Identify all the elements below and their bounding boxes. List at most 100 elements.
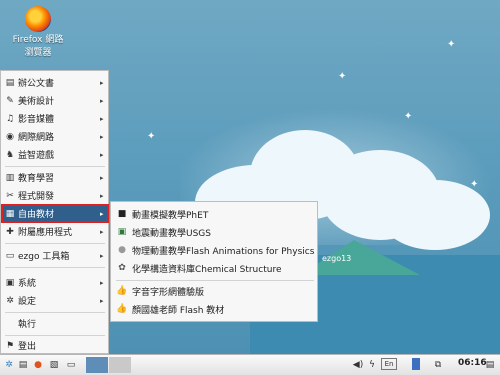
battery-icon: [412, 358, 420, 370]
menu-item-accessories[interactable]: ✚ 附屬應用程式 ▸: [2, 223, 108, 240]
submenu-item-phet[interactable]: ■ 動畫模擬教學PhET: [114, 205, 316, 223]
chevron-right-icon: ▸: [100, 296, 104, 305]
document-icon: ▤: [5, 77, 15, 88]
workspace-2-button[interactable]: [109, 357, 131, 373]
system-icon: ▣: [5, 277, 15, 288]
menu-item-label: 教育學習: [18, 174, 55, 184]
file-manager-icon[interactable]: ▤: [17, 358, 29, 372]
menu-item-label: 美術設計: [18, 97, 55, 107]
menu-item-system[interactable]: ▣ 系統 ▸: [2, 274, 108, 291]
star-icon: ✦: [447, 39, 456, 50]
menu-item-art[interactable]: ✎ 美術設計 ▸: [2, 92, 108, 109]
firefox-desktop-icon[interactable]: Firefox 網路 瀏覽器: [8, 6, 68, 60]
menu-item-label: 辦公文書: [18, 79, 55, 89]
logout-icon: ⚑: [5, 340, 15, 351]
chevron-right-icon: ▸: [100, 227, 104, 236]
taskbar: ✲ ▤ ● ▧ ▭ ◀) ϟ En ⧉ 06:16 ▤: [0, 354, 500, 375]
firefox-icon[interactable]: ●: [32, 358, 44, 372]
menu-item-free-materials[interactable]: ▦ 自由教材 ▸: [1, 204, 109, 223]
menu-item-run[interactable]: 執行: [2, 315, 108, 332]
book-icon: ▥: [5, 172, 15, 183]
show-desktop-icon[interactable]: ▭: [64, 358, 78, 372]
menu-separator: [5, 267, 105, 268]
menu-separator: [5, 335, 105, 336]
ezgo-icon: ▭: [5, 250, 15, 261]
submenu-item-label: 動畫模擬教學PhET: [132, 210, 209, 221]
start-menu-icon[interactable]: ✲: [3, 358, 15, 372]
menu-item-label: 附屬應用程式: [18, 228, 73, 238]
menu-item-development[interactable]: ✂ 程式開發 ▸: [2, 187, 108, 204]
menu-item-label: 設定: [18, 297, 37, 307]
submenu-item-label: 物理動畫教學Flash Animations for Physics: [132, 246, 315, 257]
input-method-icon[interactable]: En: [381, 358, 397, 370]
menu-separator: [5, 166, 105, 167]
submenu-item-label: 顏國雄老師 Flash 教材: [132, 305, 225, 316]
menu-item-label: ezgo 工具箱: [18, 252, 70, 262]
media-icon: ♫: [5, 113, 15, 124]
menu-item-office[interactable]: ▤ 辦公文書 ▸: [2, 74, 108, 91]
chevron-right-icon: ▸: [100, 209, 104, 218]
power-icon[interactable]: ϟ: [367, 358, 377, 372]
usgs-icon: ▣: [117, 227, 127, 237]
submenu-item-label: 地震動畫教學USGS: [132, 228, 211, 239]
chevron-right-icon: ▸: [100, 173, 104, 182]
menu-item-label: 網際網路: [18, 133, 55, 143]
menu-item-label: 益智遊戲: [18, 151, 55, 161]
menu-item-label: 程式開發: [18, 192, 55, 202]
thumbs-up-icon: 👍: [116, 304, 128, 314]
star-icon: ✦: [470, 179, 479, 190]
submenu-item-word-pronunciation[interactable]: 👍 字音字形網體驗版: [114, 282, 316, 300]
settings-icon: ✲: [6, 295, 14, 306]
image-viewer-icon[interactable]: ▧: [48, 358, 60, 372]
menu-item-label: 自由教材: [18, 210, 55, 220]
submenu-item-usgs[interactable]: ▣ 地震動畫教學USGS: [114, 223, 316, 241]
submenu-item-label: 字音字形網體驗版: [132, 287, 205, 298]
star-icon: ✦: [404, 111, 413, 122]
menu-item-label: 執行: [18, 320, 37, 330]
menu-item-logout[interactable]: ⚑ 登出: [2, 337, 108, 354]
chevron-right-icon: ▸: [100, 96, 104, 105]
workspace-1-button[interactable]: [86, 357, 108, 373]
submenu-item-flash-materials[interactable]: 👍 顏國雄老師 Flash 教材: [114, 300, 316, 318]
star-icon: ✦: [147, 131, 156, 142]
star-icon: ✦: [338, 71, 347, 82]
thumbs-up-icon: 👍: [116, 286, 128, 296]
clock: 06:16: [458, 358, 487, 368]
menu-item-settings[interactable]: ✲ 設定 ▸: [2, 292, 108, 309]
cloud: [380, 180, 490, 250]
phet-icon: ■: [117, 209, 127, 219]
firefox-icon: [25, 6, 51, 32]
ezgo-watermark: ezgo13: [322, 254, 352, 263]
menu-item-games[interactable]: ♞ 益智遊戲 ▸: [2, 146, 108, 163]
globe-icon: ◉: [6, 131, 14, 142]
menu-item-ezgo-toolbox[interactable]: ▭ ezgo 工具箱 ▸: [2, 247, 108, 264]
submenu-item-chemistry[interactable]: ✿ 化學構造資料庫Chemical Structure: [114, 259, 316, 277]
submenu-separator: [116, 280, 314, 281]
menu-separator: [5, 312, 105, 313]
menu-item-label: 系統: [18, 279, 37, 289]
chevron-right-icon: ▸: [100, 78, 104, 87]
submenu-item-physics[interactable]: ● 物理動畫教學Flash Animations for Physics: [114, 241, 316, 259]
notification-icon[interactable]: ▤: [484, 358, 496, 372]
firefox-label-line1: Firefox 網路: [12, 35, 64, 45]
chevron-right-icon: ▸: [100, 114, 104, 123]
chevron-right-icon: ▸: [100, 132, 104, 141]
menu-separator: [5, 243, 105, 244]
menu-item-label: 登出: [18, 342, 37, 352]
volume-icon[interactable]: ◀): [352, 358, 364, 372]
chevron-right-icon: ▸: [100, 191, 104, 200]
game-icon: ♞: [5, 149, 15, 160]
code-icon: ✂: [6, 190, 14, 201]
chemistry-icon: ✿: [118, 263, 126, 273]
free-materials-submenu: ■ 動畫模擬教學PhET ▣ 地震動畫教學USGS ● 物理動畫教學Flash …: [110, 201, 318, 322]
tools-icon: ✚: [6, 226, 14, 237]
menu-item-label: 影音媒體: [18, 115, 55, 125]
menu-item-media[interactable]: ♫ 影音媒體 ▸: [2, 110, 108, 127]
menu-item-education[interactable]: ▥ 教育學習 ▸: [2, 169, 108, 186]
menu-item-internet[interactable]: ◉ 網際網路 ▸: [2, 128, 108, 145]
library-icon: ▦: [5, 208, 15, 219]
firefox-label-line2: 瀏覽器: [24, 48, 52, 58]
chevron-right-icon: ▸: [100, 150, 104, 159]
network-icon[interactable]: ⧉: [432, 358, 444, 372]
start-menu: ▤ 辦公文書 ▸ ✎ 美術設計 ▸ ♫ 影音媒體 ▸ ◉ 網際網路 ▸ ♞ 益智…: [0, 70, 109, 354]
